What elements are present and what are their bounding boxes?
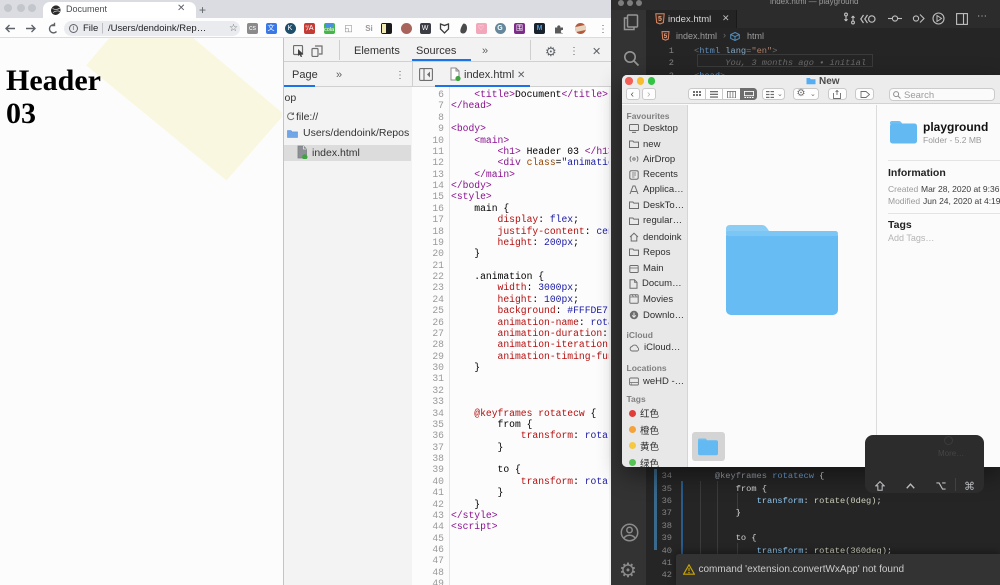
svg-text:5: 5	[664, 33, 668, 40]
svg-text:5: 5	[658, 16, 662, 23]
